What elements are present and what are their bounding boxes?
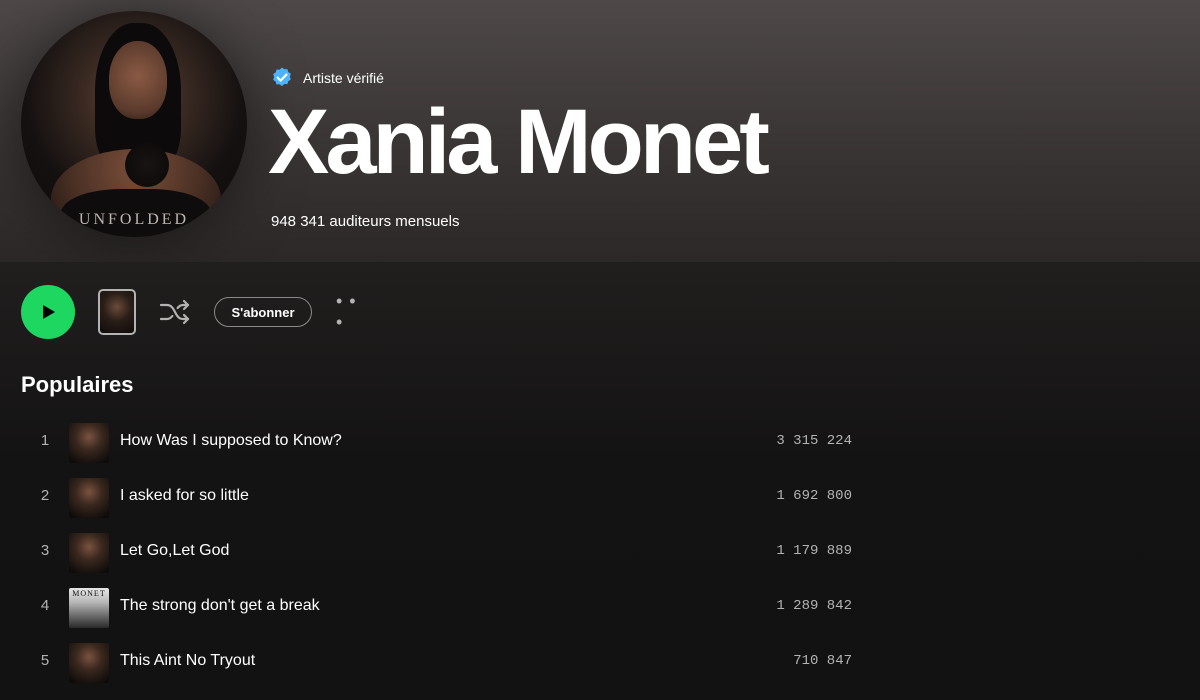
track-cover	[69, 533, 109, 573]
verified-badge-icon	[273, 67, 291, 87]
play-icon	[43, 305, 55, 319]
track-title[interactable]: I asked for so little	[120, 487, 249, 505]
track-cover	[69, 478, 109, 518]
track-title[interactable]: The strong don't get a break	[120, 597, 320, 615]
track-play-count: 1 179 889	[776, 543, 852, 559]
shuffle-icon[interactable]	[158, 296, 192, 328]
subscribe-button[interactable]: S'abonner	[214, 297, 312, 327]
track-cover	[69, 643, 109, 683]
track-title[interactable]: This Aint No Tryout	[120, 652, 255, 670]
verified-badge: Artiste vérifié	[270, 66, 384, 90]
artist-header: UNFOLDED Artiste vérifié Xania Monet 948…	[0, 0, 1200, 262]
popular-section-title: Populaires	[21, 372, 134, 397]
track-number: 4	[40, 597, 50, 614]
artist-name: Xania Monet	[268, 91, 770, 193]
monthly-listeners: 948 341 auditeurs mensuels	[271, 213, 460, 230]
more-icon: • • •	[336, 291, 357, 332]
play-button[interactable]	[21, 285, 75, 339]
track-cover: MONET	[69, 588, 109, 628]
track-row[interactable]: 5 This Aint No Tryout 710 847	[0, 640, 1200, 686]
track-number: 3	[40, 542, 50, 559]
track-play-count: 710 847	[793, 653, 852, 669]
artist-image: UNFOLDED	[21, 11, 247, 237]
track-cover	[69, 423, 109, 463]
more-options-button[interactable]: • • •	[336, 291, 368, 332]
artist-image-caption: UNFOLDED	[78, 211, 190, 228]
track-row[interactable]: 3 Let Go,Let God 1 179 889	[0, 530, 1200, 576]
track-number: 5	[40, 652, 50, 669]
track-row[interactable]: 1 How Was I supposed to Know? 3 315 224	[0, 420, 1200, 466]
track-title[interactable]: How Was I supposed to Know?	[120, 432, 342, 450]
track-cover-text: MONET	[72, 589, 106, 598]
track-row[interactable]: 4 MONET The strong don't get a break 1 2…	[0, 585, 1200, 631]
track-title[interactable]: Let Go,Let God	[120, 542, 229, 560]
verified-label: Artiste vérifié	[303, 70, 384, 86]
track-play-count: 3 315 224	[776, 433, 852, 449]
track-play-count: 1 289 842	[776, 598, 852, 614]
track-number: 1	[40, 432, 50, 449]
track-number: 2	[40, 487, 50, 504]
preview-thumbnail[interactable]	[98, 289, 136, 335]
track-row[interactable]: 2 I asked for so little 1 692 800	[0, 475, 1200, 521]
track-play-count: 1 692 800	[776, 488, 852, 504]
